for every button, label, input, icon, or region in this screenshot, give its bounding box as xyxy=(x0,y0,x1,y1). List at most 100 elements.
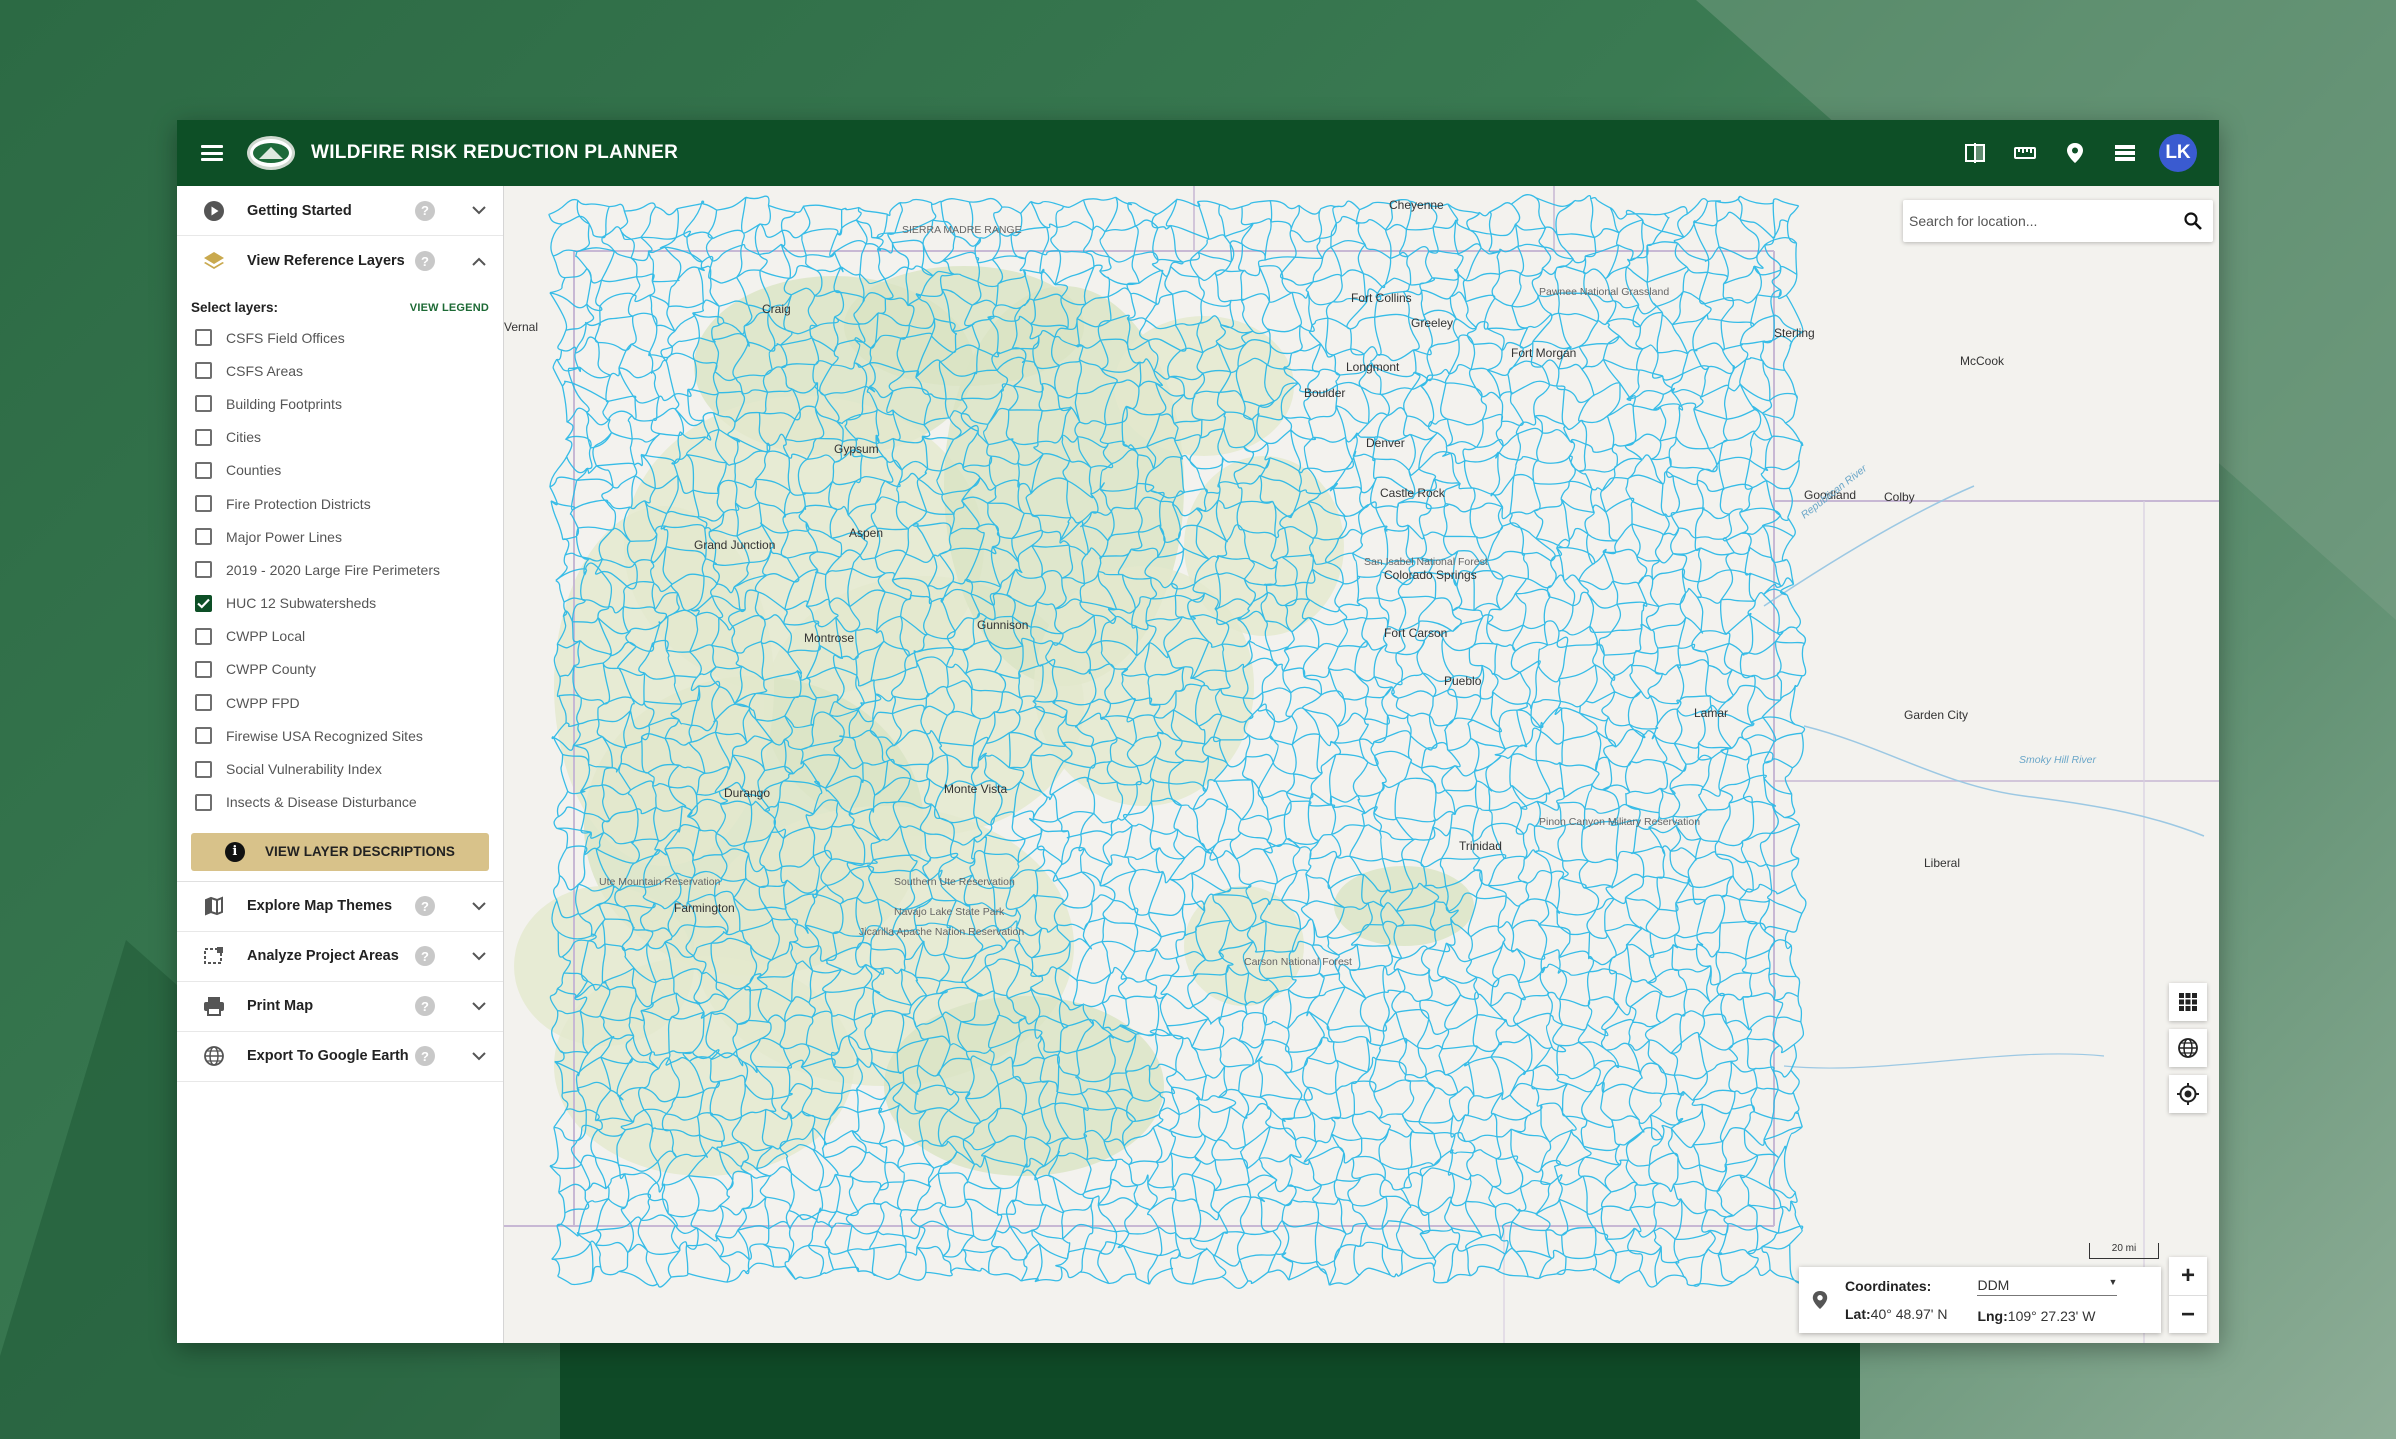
layer-checkbox[interactable] xyxy=(195,727,212,745)
map-place-label: Garden City xyxy=(1904,708,1969,722)
app-title: WILDFIRE RISK REDUCTION PLANNER xyxy=(311,142,679,163)
map-place-label: Gypsum xyxy=(834,442,879,456)
help-icon[interactable]: ? xyxy=(415,996,435,1017)
scale-bar: 20 mi xyxy=(2089,1243,2159,1259)
map-region-label: SIERRA MADRE RANGE xyxy=(902,224,1022,236)
layer-label: Fire Protection Districts xyxy=(226,495,371,512)
layer-checkbox-row[interactable]: Counties xyxy=(177,454,503,487)
layer-label: Counties xyxy=(226,462,282,479)
chevron-down-icon[interactable] xyxy=(469,896,489,916)
layer-checkbox[interactable] xyxy=(195,495,212,513)
latitude-readout: Lat:40° 48.97' N xyxy=(1845,1306,1948,1322)
help-icon[interactable]: ? xyxy=(415,896,435,917)
layer-label: CWPP FPD xyxy=(226,694,300,711)
layer-checkbox-row[interactable]: CWPP Local xyxy=(177,620,503,653)
layer-checkbox-row[interactable]: CSFS Areas xyxy=(177,354,503,387)
layer-list-button[interactable] xyxy=(2109,137,2141,169)
layer-checkbox[interactable] xyxy=(195,694,212,712)
layer-checkbox[interactable] xyxy=(195,528,212,546)
map-place-label: Pueblo xyxy=(1444,674,1482,688)
compare-button[interactable] xyxy=(1959,137,1991,169)
layer-label: Cities xyxy=(226,429,262,446)
coordinates-panel: Coordinates: Lat:40° 48.97' N DDM ▼ Lng:… xyxy=(1799,1267,2161,1333)
layer-checkbox[interactable] xyxy=(195,461,212,479)
search-icon[interactable] xyxy=(2183,211,2203,231)
layer-checkbox-row[interactable]: 2019 - 2020 Large Fire Perimeters xyxy=(177,553,503,586)
app-window: WILDFIRE RISK REDUCTION PLANNER LK Getti… xyxy=(177,120,2219,1343)
hamburger-menu-button[interactable] xyxy=(177,120,247,186)
map-region-label: Carson National Forest xyxy=(1244,956,1352,968)
help-icon[interactable]: ? xyxy=(415,946,435,967)
map-place-label: Cheyenne xyxy=(1389,198,1444,212)
location-pin-icon xyxy=(2067,143,2083,163)
layer-checkbox-row[interactable]: HUC 12 Subwatersheds xyxy=(177,587,503,620)
layer-checkbox[interactable] xyxy=(195,395,212,413)
longitude-readout: Lng:109° 27.23' W xyxy=(1977,1307,2096,1324)
layers-list-icon xyxy=(2115,145,2135,161)
section-label: Getting Started xyxy=(247,202,352,219)
layer-checkbox-row[interactable]: CWPP FPD xyxy=(177,686,503,719)
map-region-label: Jicarilla Apache Nation Reservation xyxy=(859,926,1025,938)
chevron-down-icon[interactable] xyxy=(469,996,489,1016)
location-search[interactable] xyxy=(1903,200,2213,242)
map-place-label: Lamar xyxy=(1694,706,1729,720)
layer-label: CWPP Local xyxy=(226,628,306,645)
layer-checkbox-row[interactable]: Major Power Lines xyxy=(177,520,503,553)
toolbar-icons: LK xyxy=(1959,134,2219,172)
layer-checkbox[interactable] xyxy=(195,329,212,347)
section-getting-started[interactable]: Getting Started ? xyxy=(177,186,503,236)
map-region-label: Ute Mountain Reservation xyxy=(599,876,721,888)
layer-checkbox-row[interactable]: Fire Protection Districts xyxy=(177,487,503,520)
layer-checkbox[interactable] xyxy=(195,428,212,446)
layer-checkbox-row[interactable]: CSFS Field Offices xyxy=(177,321,503,354)
map-place-label: Castle Rock xyxy=(1380,486,1445,500)
layer-checkbox[interactable] xyxy=(195,660,212,678)
chevron-down-icon[interactable] xyxy=(469,946,489,966)
section-label: Print Map xyxy=(247,998,314,1015)
layer-checkbox-row[interactable]: Firewise USA Recognized Sites xyxy=(177,719,503,752)
compare-icon xyxy=(1965,143,1985,163)
location-pin-icon xyxy=(1812,1291,1828,1309)
layer-label: Insects & Disease Disturbance xyxy=(226,794,417,811)
basemap-gallery-button[interactable] xyxy=(2169,983,2207,1021)
view-legend-link[interactable]: VIEW LEGEND xyxy=(410,302,489,314)
search-input[interactable] xyxy=(1909,213,2183,229)
layer-checkbox[interactable] xyxy=(195,760,212,778)
layer-checkbox-row[interactable]: CWPP County xyxy=(177,653,503,686)
section-view-reference-layers[interactable]: View Reference Layers ? xyxy=(177,236,503,286)
chevron-down-icon[interactable] xyxy=(469,201,489,221)
section-label: Explore Map Themes xyxy=(247,898,393,915)
layer-checkbox[interactable] xyxy=(195,594,212,612)
help-icon[interactable]: ? xyxy=(415,251,435,271)
layer-checkbox[interactable] xyxy=(195,362,212,380)
map-place-label: Colorado Springs xyxy=(1384,568,1477,582)
coordinate-format-select[interactable]: DDM ▼ xyxy=(1977,1277,2118,1296)
layer-checkbox-row[interactable]: Cities xyxy=(177,421,503,454)
layer-label: 2019 - 2020 Large Fire Perimeters xyxy=(226,561,440,578)
section-analyze-project-areas[interactable]: Analyze Project Areas ? xyxy=(177,932,503,982)
layer-checkbox-row[interactable]: Building Footprints xyxy=(177,387,503,420)
chevron-down-icon[interactable] xyxy=(469,1046,489,1066)
layer-checkbox-row[interactable]: Social Vulnerability Index xyxy=(177,752,503,785)
section-print-map[interactable]: Print Map ? xyxy=(177,982,503,1032)
layer-checkbox-row[interactable]: Insects & Disease Disturbance xyxy=(177,786,503,819)
measure-button[interactable] xyxy=(2009,137,2041,169)
zoom-in-button[interactable]: + xyxy=(2169,1257,2207,1295)
globe-view-button[interactable] xyxy=(2169,1029,2207,1067)
location-button[interactable] xyxy=(2059,137,2091,169)
map-place-label: Montrose xyxy=(804,631,855,645)
help-icon[interactable]: ? xyxy=(415,1046,435,1067)
view-layer-descriptions-button[interactable]: i VIEW LAYER DESCRIPTIONS xyxy=(191,832,489,871)
map-river-label: Smoky Hill River xyxy=(2019,754,2097,766)
layer-checkbox[interactable] xyxy=(195,561,212,579)
my-location-button[interactable] xyxy=(2169,1075,2207,1113)
layer-checkbox[interactable] xyxy=(195,627,212,645)
help-icon[interactable]: ? xyxy=(415,200,435,221)
section-explore-map-themes[interactable]: Explore Map Themes ? xyxy=(177,882,503,932)
section-export-google-earth[interactable]: Export To Google Earth ? xyxy=(177,1032,503,1082)
zoom-out-button[interactable]: − xyxy=(2169,1295,2207,1333)
map-canvas[interactable]: CheyenneSidneyFort CollinsGreeleyFort Mo… xyxy=(504,186,2219,1343)
layer-checkbox[interactable] xyxy=(195,793,212,811)
user-avatar[interactable]: LK xyxy=(2159,134,2197,172)
chevron-up-icon[interactable] xyxy=(469,251,489,271)
